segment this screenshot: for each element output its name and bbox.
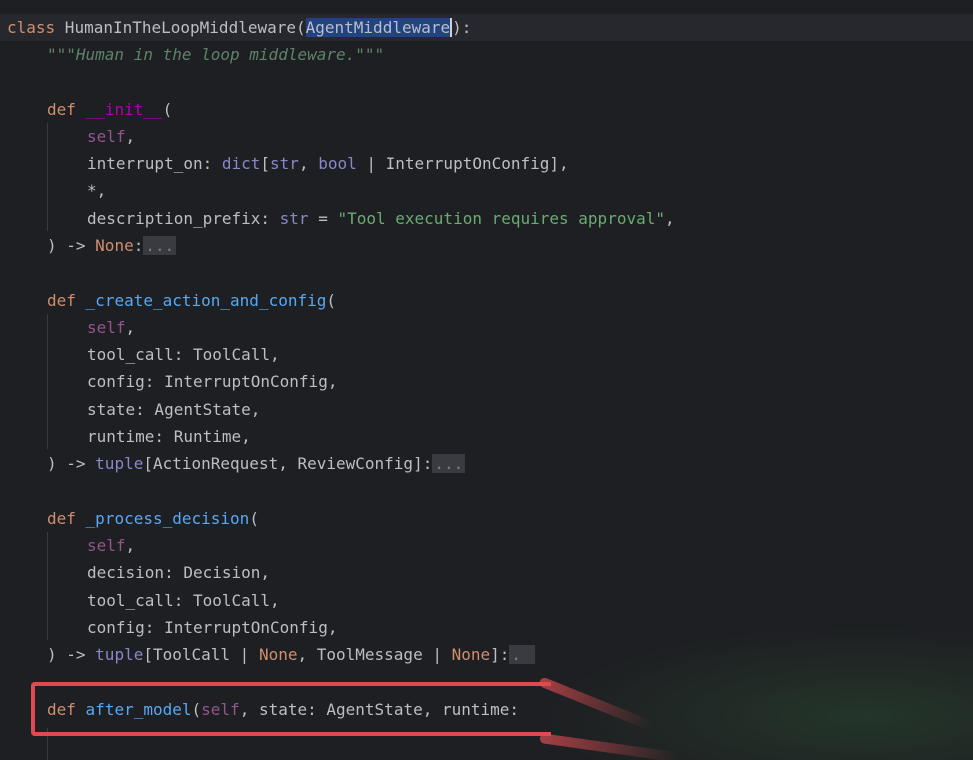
separator: , — [298, 154, 319, 173]
code-line-param[interactable]: tool_call: ToolCall, — [87, 587, 280, 614]
keyword-none: None — [95, 236, 134, 255]
code-line-docstring[interactable]: """Human in the loop middleware.""" — [47, 41, 384, 68]
builtin-bool: bool — [318, 154, 357, 173]
keyword-def: def — [47, 509, 76, 528]
builtin-dict: dict — [221, 154, 261, 173]
keyword-none: None — [258, 645, 298, 664]
docstring: """Human in the loop middleware.""" — [47, 45, 385, 64]
indent-guide — [47, 314, 48, 449]
return-arrow: ) -> — [47, 645, 96, 664]
param: config: InterruptOnConfig, — [87, 372, 338, 391]
code-line-param[interactable]: interrupt_on: dict[str, bool | Interrupt… — [87, 150, 569, 177]
builtin-str: str — [270, 154, 299, 173]
keyword-def: def — [47, 700, 76, 719]
param: state: AgentState, — [87, 400, 261, 419]
paren-open: ( — [249, 509, 259, 528]
indent-guide — [47, 532, 48, 640]
folded-code[interactable]: ... — [432, 454, 466, 473]
class-line-end: ): — [452, 18, 472, 37]
code-line-param[interactable]: self, — [87, 314, 135, 341]
red-annotation-streak — [538, 676, 654, 731]
class-name: HumanInTheLoopMiddleware( — [55, 18, 306, 37]
paren-open: ( — [326, 291, 337, 310]
self-param: self — [201, 700, 240, 719]
return-arrow: ) -> — [47, 236, 96, 255]
comma: , — [125, 536, 136, 555]
param: tool_call: ToolCall, — [87, 591, 280, 610]
code-line-return[interactable]: ) -> None:... — [47, 232, 177, 259]
paren-open: ( — [162, 100, 173, 119]
code-line-process-def[interactable]: def _process_decision( — [47, 505, 259, 532]
keyword-none: None — [451, 645, 491, 664]
function-name-init: __init__ — [85, 100, 163, 119]
function-name-create: _create_action_and_config — [85, 291, 327, 310]
code-line-param[interactable]: self, — [87, 532, 135, 559]
params: , state: AgentState, runtime: — [239, 700, 520, 719]
selected-base-class[interactable]: AgentMiddleware — [305, 18, 453, 37]
builtin-tuple: tuple — [95, 645, 144, 664]
colon: : — [133, 236, 144, 255]
param-type-rest: | InterruptOnConfig], — [356, 154, 569, 173]
code-line-param[interactable]: state: AgentState, — [87, 396, 260, 423]
comma: , — [125, 318, 136, 337]
code-line-init-def[interactable]: def __init__( — [47, 96, 172, 123]
self-param: self — [87, 127, 126, 146]
code-editor[interactable]: class HumanInTheLoopMiddleware(AgentMidd… — [0, 0, 973, 760]
param: decision: Decision, — [87, 563, 271, 582]
folded-code[interactable]: ... — [143, 236, 177, 255]
code-line-param[interactable]: self, — [87, 123, 135, 150]
param: tool_call: ToolCall, — [87, 345, 280, 364]
code-line-param[interactable]: config: InterruptOnConfig, — [87, 614, 337, 641]
code-line-param[interactable]: runtime: Runtime, — [87, 423, 251, 450]
param-name: description_prefix: — [87, 209, 280, 228]
red-annotation-streak — [539, 733, 680, 760]
return-type: [ActionRequest, ReviewConfig]: — [143, 454, 433, 473]
code-line-return[interactable]: ) -> tuple[ActionRequest, ReviewConfig]:… — [47, 450, 466, 477]
function-name-after-model: after_model — [85, 700, 192, 719]
code-line-param[interactable]: tool_call: ToolCall, — [87, 341, 280, 368]
param: runtime: Runtime, — [87, 427, 251, 446]
self-param: self — [87, 536, 126, 555]
string-literal: "Tool execution requires approval" — [337, 209, 665, 228]
star-separator: *, — [87, 181, 107, 200]
equals: = — [308, 209, 338, 228]
self-param: self — [87, 318, 126, 337]
comma: , — [664, 209, 675, 228]
folded-code[interactable]: . — [509, 645, 536, 664]
param: config: InterruptOnConfig, — [87, 618, 338, 637]
code-line-param[interactable]: config: InterruptOnConfig, — [87, 368, 337, 395]
indent-guide — [47, 123, 48, 231]
code-line-create-def[interactable]: def _create_action_and_config( — [47, 287, 336, 314]
function-name-process: _process_decision — [85, 509, 250, 528]
keyword-def: def — [47, 291, 76, 310]
comma: , — [125, 127, 136, 146]
code-line-class[interactable]: class HumanInTheLoopMiddleware(AgentMidd… — [7, 14, 471, 41]
code-line-return[interactable]: ) -> tuple[ToolCall | None, ToolMessage … — [47, 641, 536, 668]
return-type: [ToolCall | — [143, 645, 259, 664]
builtin-str: str — [279, 209, 309, 228]
return-arrow: ) -> — [47, 454, 96, 473]
background-glow — [520, 620, 973, 760]
code-line-param[interactable]: *, — [87, 177, 106, 204]
code-line-param[interactable]: description_prefix: str = "Tool executio… — [87, 205, 675, 232]
bracket: [ — [260, 154, 271, 173]
return-type: ]: — [490, 645, 510, 664]
param-name: interrupt_on: — [87, 154, 222, 173]
paren-open: ( — [191, 700, 202, 719]
keyword-def: def — [47, 100, 76, 119]
builtin-tuple: tuple — [95, 454, 144, 473]
code-line-param[interactable]: decision: Decision, — [87, 559, 270, 586]
return-type: , ToolMessage | — [297, 645, 452, 664]
code-line-after-model-def[interactable]: def after_model(self, state: AgentState,… — [47, 696, 519, 723]
indent-guide — [47, 728, 48, 760]
keyword-class: class — [7, 18, 56, 37]
